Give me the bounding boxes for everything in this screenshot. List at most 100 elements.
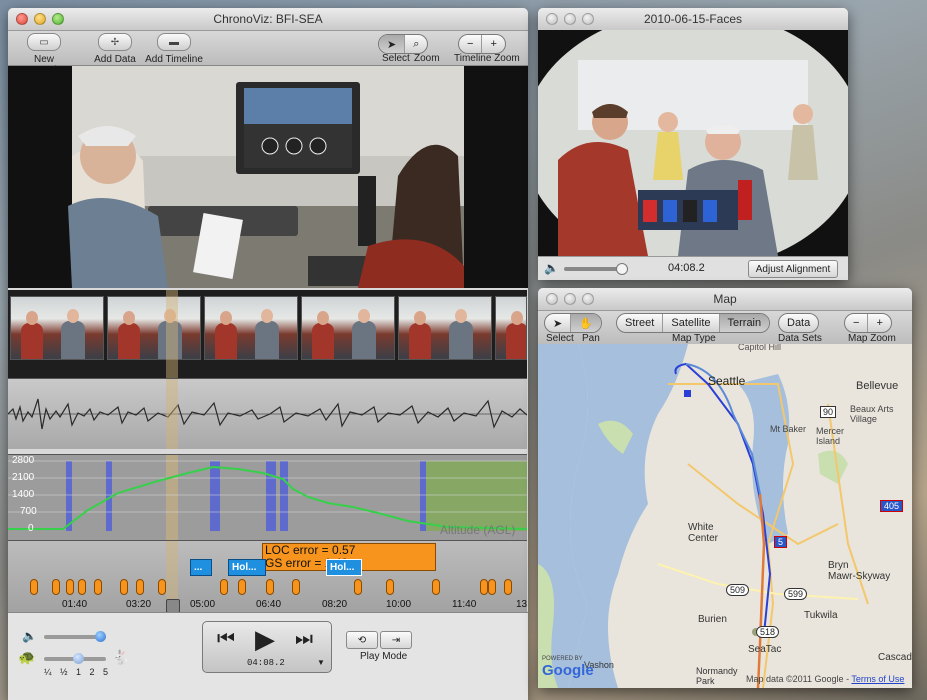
speed-slider[interactable] [44,653,106,664]
map-select-button[interactable]: ➤ [545,314,572,332]
place-seatac: SeaTac [748,644,782,655]
step-back-button[interactable]: ⏮ [217,628,235,651]
orange-marker[interactable] [266,579,274,595]
map-zoom-out-button[interactable]: − [845,314,869,332]
close-button[interactable] [16,13,28,25]
map-pan-label: Pan [582,333,600,344]
minus-icon: − [467,38,474,50]
orange-marker[interactable] [94,579,102,595]
cockpit-video-frame [68,66,464,288]
place-bryn-mawr: Bryn Mawr-Skyway [828,560,891,582]
main-video[interactable] [8,66,528,288]
add-timeline-button[interactable]: ▬ Add Timeline [142,33,206,65]
map-pan-button[interactable]: ✋ [571,314,601,332]
faces-volume-slider[interactable] [564,263,628,275]
satellite-button[interactable]: Satellite [663,314,720,332]
rabbit-icon: 🐇 [112,649,130,665]
time-tick: 03:20 [126,599,152,610]
play-button[interactable]: ▶ [255,624,275,655]
orange-marker[interactable] [292,579,300,595]
audio-waveform-track[interactable] [8,378,528,449]
zoom-window-button[interactable] [52,13,64,25]
orange-marker[interactable] [66,579,74,595]
select-zoom-control: ➤ ⌕ [378,34,429,54]
loop-icon: ⟲ [357,634,367,646]
map-close-button[interactable] [546,293,558,305]
time-tick: 06:40 [256,599,282,610]
timeline-zoom-in-button[interactable]: + [482,35,504,53]
orange-marker[interactable] [52,579,60,595]
terms-link[interactable]: Terms of Use [851,674,904,684]
fit-button[interactable]: ⇥ [380,631,412,649]
annotation-hol-1[interactable]: Hol... [228,559,266,576]
map-minimize-button[interactable] [564,293,576,305]
speed-quarter: ¼ [44,667,52,677]
orange-marker[interactable] [488,579,496,595]
orange-marker[interactable] [386,579,394,595]
map-canvas[interactable]: Capitol Hill Seattle Bellevue Beaux Arts… [538,344,912,688]
waveform-graphic [8,379,528,449]
speed-knob[interactable] [73,653,85,664]
map-zoom-in-button[interactable]: + [868,314,890,332]
place-cascade: Cascad [878,652,912,663]
faces-minimize-button[interactable] [564,13,576,25]
timeline-zoom-out-button[interactable]: − [459,35,483,53]
arrow-cursor-icon: ➤ [553,317,563,330]
orange-marker[interactable] [220,579,228,595]
map-select-label: Select [546,333,574,344]
faces-volume-knob[interactable] [616,263,628,275]
orange-marker[interactable] [158,579,166,595]
time-menu-arrow[interactable]: ▼ [317,658,325,667]
zoom-tool-button[interactable]: ⌕ [405,35,427,53]
add-data-button[interactable]: ✢ Add Data [92,33,138,65]
faces-window-controls [546,13,594,25]
step-forward-button[interactable]: ⏭ [295,628,313,651]
faces-speaker-icon: 🔈 [544,261,559,275]
minimize-button[interactable] [34,13,46,25]
plus-icon: + [490,38,497,50]
map-window: Map ➤ ✋ Select Pan Street Satellite Terr… [538,288,912,688]
street-button[interactable]: Street [617,314,664,332]
annotation-ellipsis[interactable]: ... [190,559,212,576]
orange-marker[interactable] [354,579,362,595]
annotation-hol-2[interactable]: Hol... [326,559,362,576]
altitude-track[interactable]: 2800 2100 1400 700 0 Altitude (AGL) [8,454,528,541]
thumbnail [10,296,104,360]
orange-marker[interactable] [432,579,440,595]
orange-marker[interactable] [238,579,246,595]
timeline-zoom-label: Timeline Zoom [454,53,520,64]
playback-bar: 🔈 🐢 🐇 ¼ ½ 1 2 5 ⏮ ▶ ⏭ 04:08.2 ▼ ⟲ ⇥ Play… [8,612,528,700]
speed-2x: 2 [89,667,95,677]
volume-slider[interactable] [44,631,106,642]
loop-button[interactable]: ⟲ [346,631,378,649]
map-zoom-button[interactable] [582,293,594,305]
faces-zoom-button[interactable] [582,13,594,25]
place-burien: Burien [698,614,727,625]
fit-icon: ⇥ [391,634,401,646]
orange-marker[interactable] [120,579,128,595]
timeline-icon: ▬ [157,33,191,51]
thumbnail-playhead-shade [166,290,178,378]
select-tool-button[interactable]: ➤ [379,35,406,53]
orange-marker[interactable] [30,579,38,595]
time-tick: 01:40 [62,599,88,610]
faces-video[interactable] [538,10,848,270]
video-thumbnail-track[interactable] [8,290,527,378]
orange-marker[interactable] [136,579,144,595]
select-pan-control: ➤ ✋ [544,313,602,333]
orange-marker[interactable] [78,579,86,595]
data-sets-control: Data [778,313,820,333]
terrain-button[interactable]: Terrain [719,314,770,332]
data-button[interactable]: Data [779,314,818,332]
orange-marker[interactable] [504,579,512,595]
map-zoom-label: Map Zoom [848,333,896,344]
faces-close-button[interactable] [546,13,558,25]
orange-marker[interactable] [480,579,488,595]
volume-knob[interactable] [94,631,106,642]
speed-half: ½ [59,667,68,677]
annotation-track[interactable]: LOC error = 0.57 GS error = 1.40 ... Hol… [8,540,527,613]
adjust-alignment-button[interactable]: Adjust Alignment [748,260,838,278]
alt-tick-700: 700 [20,506,37,517]
terrain-map [538,344,912,688]
playhead-handle[interactable] [166,599,180,613]
